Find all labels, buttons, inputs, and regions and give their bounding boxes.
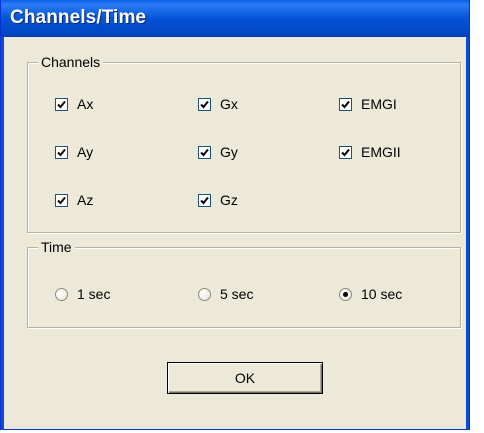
checkbox-gy[interactable]: Gy [198, 143, 238, 161]
checkbox-gz[interactable]: Gz [198, 191, 238, 209]
time-group-label: Time [38, 239, 75, 255]
checkbox-gy-box[interactable] [198, 145, 211, 159]
checkbox-emgi-box[interactable] [339, 97, 352, 111]
time-groupbox: Time 1 sec 5 sec 10 sec [27, 239, 461, 328]
checkbox-ay-label: Ay [77, 144, 94, 160]
checkbox-az-box[interactable] [55, 193, 68, 207]
checkbox-ax-label: Ax [77, 96, 94, 112]
checkbox-ay[interactable]: Ay [55, 143, 93, 161]
radio-1-sec[interactable]: 1 sec [55, 285, 110, 303]
channels-group-label: Channels [38, 54, 104, 70]
checkbox-emgii[interactable]: EMGII [339, 143, 401, 161]
checkbox-az[interactable]: Az [55, 191, 93, 209]
checkbox-gx[interactable]: Gx [198, 95, 238, 113]
checkbox-gx-label: Gx [220, 96, 238, 112]
radio-1-sec-circle[interactable] [55, 287, 68, 301]
checkbox-emgii-label: EMGII [361, 144, 401, 160]
radio-5-sec[interactable]: 5 sec [198, 285, 253, 303]
checkbox-gx-box[interactable] [198, 97, 211, 111]
checkbox-ax[interactable]: Ax [55, 95, 93, 113]
dialog-window: Channels/Time Channels Ax Gx EMGI Ay Gy … [0, 0, 470, 430]
checkbox-az-label: Az [77, 192, 94, 208]
checkbox-gz-label: Gz [220, 192, 238, 208]
checkbox-emgii-box[interactable] [339, 145, 352, 159]
checkbox-gz-box[interactable] [198, 193, 211, 207]
channels-groupbox: Channels Ax Gx EMGI Ay Gy EMGII Az Gz [27, 54, 461, 233]
radio-10-sec[interactable]: 10 sec [339, 285, 402, 303]
radio-5-sec-circle[interactable] [198, 287, 211, 301]
ok-button[interactable]: OK [167, 362, 323, 394]
radio-1-sec-label: 1 sec [77, 286, 111, 302]
checkbox-ax-box[interactable] [55, 97, 68, 111]
window-frame-right [466, 37, 469, 430]
radio-10-sec-circle[interactable] [339, 287, 352, 301]
window-title: Channels/Time [10, 7, 147, 28]
checkbox-ay-box[interactable] [55, 145, 68, 159]
title-bar[interactable]: Channels/Time [1, 0, 469, 37]
radio-5-sec-label: 5 sec [220, 286, 254, 302]
radio-10-sec-label: 10 sec [361, 286, 403, 302]
checkbox-emgi[interactable]: EMGI [339, 95, 397, 113]
checkbox-gy-label: Gy [220, 144, 238, 160]
window-frame-left [1, 37, 4, 430]
checkbox-emgi-label: EMGI [361, 96, 397, 112]
